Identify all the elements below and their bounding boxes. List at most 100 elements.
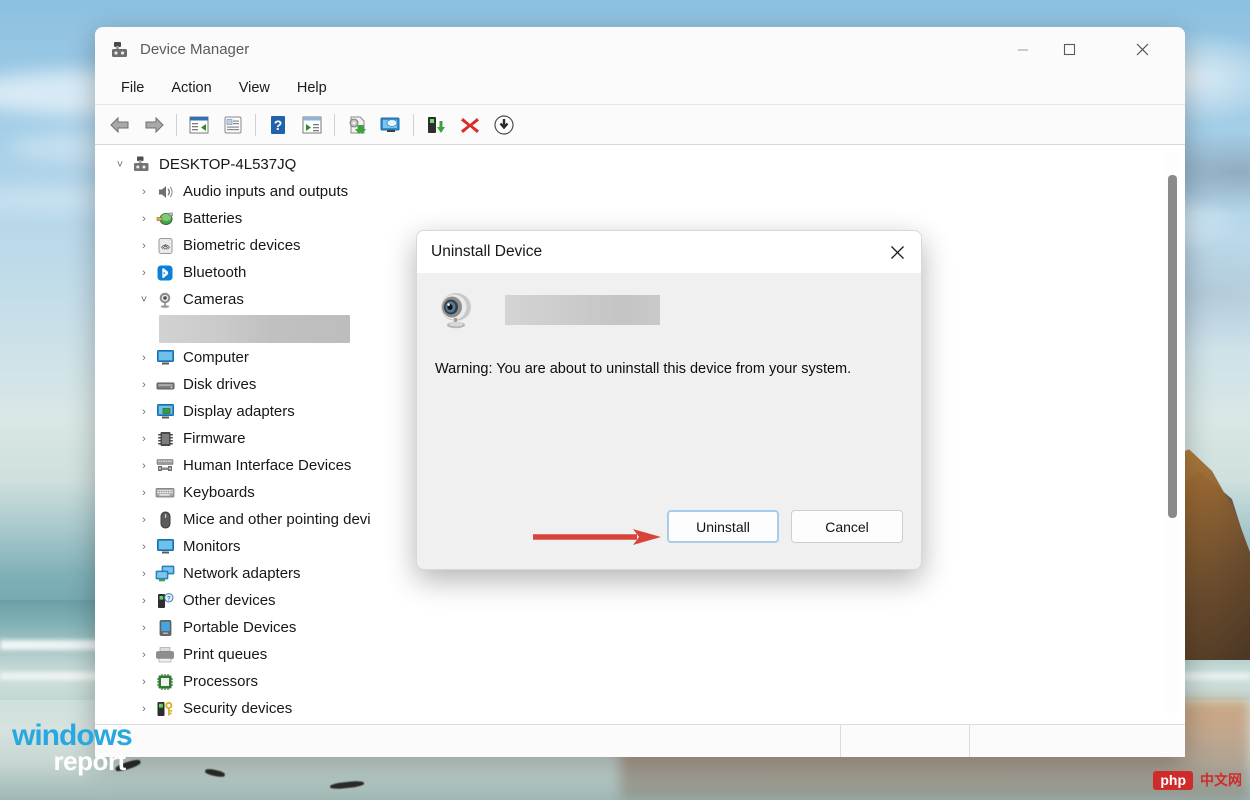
chevron-right-icon[interactable]: › bbox=[135, 240, 153, 252]
status-message bbox=[95, 725, 840, 757]
display-resources-icon[interactable] bbox=[374, 110, 408, 140]
network-adapter-icon bbox=[153, 564, 177, 584]
chevron-down-icon[interactable]: ˅ bbox=[111, 159, 129, 171]
battery-icon bbox=[153, 209, 177, 229]
enable-device-icon[interactable] bbox=[419, 110, 453, 140]
desktop-wallpaper: Device Manager File Action View Help bbox=[0, 0, 1250, 800]
dialog-close-button[interactable] bbox=[873, 231, 921, 273]
chevron-right-icon[interactable]: › bbox=[135, 433, 153, 445]
php-badge: php bbox=[1153, 771, 1193, 790]
tree-item-label: Network adapters bbox=[183, 566, 301, 581]
tree-root-label: DESKTOP-4L537JQ bbox=[159, 157, 296, 172]
processor-icon bbox=[153, 672, 177, 692]
tree-item-label: Firmware bbox=[183, 431, 246, 446]
tree-item-audio-inputs-and-outputs[interactable]: › Audio inputs and outputs bbox=[95, 178, 1185, 205]
chevron-right-icon[interactable]: › bbox=[135, 595, 153, 607]
toolbar-separator bbox=[334, 114, 335, 136]
chevron-right-icon[interactable]: › bbox=[135, 267, 153, 279]
dialog-warning-text: Warning: You are about to uninstall this… bbox=[435, 361, 921, 377]
redacted-device-name bbox=[159, 315, 350, 343]
tree-item-processors[interactable]: › Processors bbox=[95, 668, 1185, 695]
tree-item-label: Computer bbox=[183, 350, 249, 365]
chevron-right-icon[interactable]: › bbox=[135, 649, 153, 661]
tree-root-node[interactable]: ˅ DESKTOP-4L537JQ bbox=[95, 151, 1185, 178]
uninstall-device-icon[interactable] bbox=[453, 110, 487, 140]
chevron-down-icon[interactable]: ˅ bbox=[135, 294, 153, 306]
portable-device-icon bbox=[153, 618, 177, 638]
tree-item-label: Other devices bbox=[183, 593, 276, 608]
close-button[interactable] bbox=[1119, 27, 1165, 72]
dialog-device-name-redacted bbox=[505, 295, 660, 325]
help-icon[interactable]: ? bbox=[261, 110, 295, 140]
tree-item-label: Monitors bbox=[183, 539, 241, 554]
fingerprint-icon bbox=[153, 236, 177, 256]
status-cell-3 bbox=[970, 725, 1185, 757]
window-title: Device Manager bbox=[140, 41, 249, 58]
dialog-device-row bbox=[417, 273, 921, 331]
chevron-right-icon[interactable]: › bbox=[135, 568, 153, 580]
menu-item-help[interactable]: Help bbox=[285, 76, 339, 100]
chevron-right-icon[interactable]: › bbox=[135, 703, 153, 715]
tree-vertical-scrollbar[interactable] bbox=[1165, 153, 1179, 713]
scrollbar-thumb[interactable] bbox=[1168, 175, 1177, 518]
speaker-icon bbox=[153, 182, 177, 202]
properties-icon[interactable] bbox=[216, 110, 250, 140]
chevron-right-icon[interactable]: › bbox=[135, 676, 153, 688]
security-device-icon bbox=[153, 699, 177, 719]
back-icon[interactable] bbox=[103, 110, 137, 140]
chevron-right-icon[interactable]: › bbox=[135, 213, 153, 225]
tree-item-label: Disk drives bbox=[183, 377, 256, 392]
svg-text:?: ? bbox=[274, 117, 283, 133]
scan-hardware-changes-icon[interactable] bbox=[340, 110, 374, 140]
tree-item-label: Processors bbox=[183, 674, 258, 689]
forward-icon[interactable] bbox=[137, 110, 171, 140]
menu-item-file[interactable]: File bbox=[109, 76, 156, 100]
uninstall-button[interactable]: Uninstall bbox=[667, 510, 779, 543]
chevron-right-icon[interactable]: › bbox=[135, 352, 153, 364]
chevron-right-icon[interactable]: › bbox=[135, 622, 153, 634]
chevron-right-icon[interactable]: › bbox=[135, 514, 153, 526]
annotation-arrow-icon bbox=[533, 528, 661, 546]
update-driver-icon[interactable] bbox=[295, 110, 329, 140]
maximize-button[interactable] bbox=[1046, 27, 1092, 72]
cancel-button[interactable]: Cancel bbox=[791, 510, 903, 543]
dialog-titlebar: Uninstall Device bbox=[417, 231, 921, 273]
bluetooth-icon bbox=[153, 263, 177, 283]
menu-item-action[interactable]: Action bbox=[159, 76, 223, 100]
unknown-device-icon: ? bbox=[153, 591, 177, 611]
tree-item-label: Portable Devices bbox=[183, 620, 296, 635]
disable-device-icon[interactable] bbox=[487, 110, 521, 140]
tree-item-other-devices[interactable]: › ? Other devices bbox=[95, 587, 1185, 614]
tree-item-label: Keyboards bbox=[183, 485, 255, 500]
chevron-right-icon[interactable]: › bbox=[135, 460, 153, 472]
tree-item-security-devices[interactable]: › Security devices bbox=[95, 695, 1185, 722]
chevron-right-icon[interactable]: › bbox=[135, 379, 153, 391]
keyboard-icon bbox=[153, 483, 177, 503]
menu-item-view[interactable]: View bbox=[227, 76, 282, 100]
show-hide-console-tree-icon[interactable] bbox=[182, 110, 216, 140]
hid-icon bbox=[153, 456, 177, 476]
uninstall-device-dialog: Uninstall Device bbox=[416, 230, 922, 570]
tree-item-label: Batteries bbox=[183, 211, 242, 226]
tree-item-label: Security devices bbox=[183, 701, 292, 716]
mouse-icon bbox=[153, 510, 177, 530]
chevron-right-icon[interactable]: › bbox=[135, 186, 153, 198]
status-cell-2 bbox=[841, 725, 969, 757]
tree-item-label: Print queues bbox=[183, 647, 267, 662]
tree-item-print-queues[interactable]: › Print queues bbox=[95, 641, 1185, 668]
tree-item-batteries[interactable]: › Batteries bbox=[95, 205, 1185, 232]
tree-item-portable-devices[interactable]: › Portable Devices bbox=[95, 614, 1185, 641]
toolbar: ? bbox=[95, 105, 1185, 145]
tree-item-label: Audio inputs and outputs bbox=[183, 184, 348, 199]
tree-item-label: Mice and other pointing devi bbox=[183, 512, 371, 527]
chevron-right-icon[interactable]: › bbox=[135, 541, 153, 553]
chevron-right-icon[interactable]: › bbox=[135, 406, 153, 418]
php-cn-text: 中文网 bbox=[1200, 770, 1242, 790]
tree-item-label: Human Interface Devices bbox=[183, 458, 351, 473]
minimize-button[interactable] bbox=[1000, 27, 1046, 72]
menubar: File Action View Help bbox=[95, 72, 1185, 105]
statusbar bbox=[95, 724, 1185, 757]
tree-item-label: Display adapters bbox=[183, 404, 295, 419]
chevron-right-icon[interactable]: › bbox=[135, 487, 153, 499]
dialog-title: Uninstall Device bbox=[431, 243, 542, 261]
